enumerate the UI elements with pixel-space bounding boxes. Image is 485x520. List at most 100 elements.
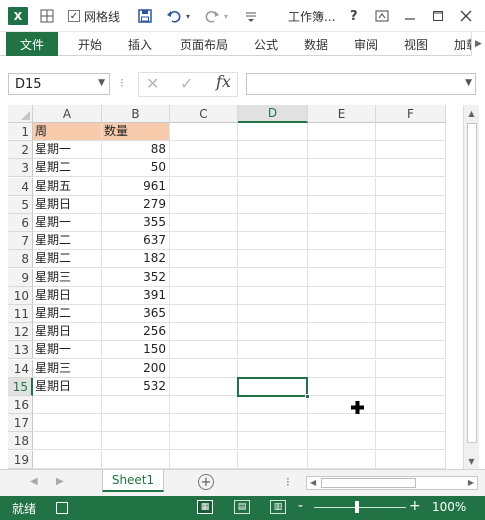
cell-c12[interactable] [170,323,238,341]
cell-a4[interactable]: 星期五 [33,178,102,196]
cell-b5[interactable]: 279 [102,196,170,214]
enter-icon[interactable]: ✓ [180,74,193,93]
normal-view-icon[interactable]: ▦ [197,500,213,514]
active-cell-outline[interactable] [237,377,310,399]
cell-a6[interactable]: 星期一 [33,214,102,232]
cell-f14[interactable] [376,360,446,378]
ribbon-display-options-icon[interactable] [375,0,389,32]
cell-d6[interactable] [238,214,308,232]
ribbon-scroll-right-icon[interactable]: ▶ [471,32,485,56]
cell-a10[interactable]: 星期日 [33,287,102,305]
cell-f7[interactable] [376,232,446,250]
cell-b6[interactable]: 355 [102,214,170,232]
cell-f17[interactable] [376,414,446,432]
cell-a2[interactable]: 星期一 [33,141,102,159]
cell-f4[interactable] [376,178,446,196]
cell-d9[interactable] [238,269,308,287]
row-header-8[interactable]: 8 [8,250,33,268]
cell-a8[interactable]: 星期二 [33,250,102,268]
scroll-up-icon[interactable]: ▲ [464,105,479,121]
row-header-7[interactable]: 7 [8,232,33,250]
tab-data[interactable]: 数据 [304,32,328,56]
cell-d14[interactable] [238,360,308,378]
row-header-4[interactable]: 4 [8,178,33,196]
cell-b16[interactable] [102,396,170,414]
redo-dropdown-icon[interactable]: ▾ [224,0,228,32]
close-icon[interactable] [460,0,472,32]
cell-f5[interactable] [376,196,446,214]
sheet-tab-sheet1[interactable]: Sheet1 [102,470,164,492]
cell-a3[interactable]: 星期二 [33,159,102,177]
row-header-16[interactable]: 16 [8,396,33,414]
name-box[interactable]: D15 ▼ [8,73,110,95]
formula-bar-grip-icon[interactable]: ⁝ [120,76,124,90]
formula-input[interactable]: ▼ [246,73,476,95]
cell-d13[interactable] [238,341,308,359]
cell-e17[interactable] [308,414,376,432]
cell-b17[interactable] [102,414,170,432]
cell-c2[interactable] [170,141,238,159]
zoom-in-icon[interactable]: + [409,498,421,514]
cell-d18[interactable] [238,432,308,450]
select-all-corner[interactable] [8,105,33,123]
row-header-19[interactable]: 19 [8,451,33,469]
tab-split-handle-icon[interactable]: ⁝ [286,475,290,489]
cell-c11[interactable] [170,305,238,323]
cell-b18[interactable] [102,432,170,450]
scroll-down-icon[interactable]: ▼ [464,453,479,469]
zoom-slider-track[interactable] [314,507,406,508]
scroll-right-icon[interactable]: ▶ [468,478,474,487]
cell-a11[interactable]: 星期二 [33,305,102,323]
horizontal-scroll-thumb[interactable] [321,478,416,488]
cell-b1[interactable]: 数量 [102,123,170,141]
row-header-2[interactable]: 2 [8,141,33,159]
zoom-slider-thumb[interactable] [355,501,359,513]
tab-insert[interactable]: 插入 [128,32,152,56]
redo-icon[interactable] [204,0,220,32]
cell-f12[interactable] [376,323,446,341]
cell-a5[interactable]: 星期日 [33,196,102,214]
cell-c10[interactable] [170,287,238,305]
cell-f3[interactable] [376,159,446,177]
row-header-6[interactable]: 6 [8,214,33,232]
tab-file[interactable]: 文件 [6,32,58,56]
customize-quick-access-icon[interactable] [244,0,258,32]
cell-c17[interactable] [170,414,238,432]
cell-f1[interactable] [376,123,446,141]
cell-f18[interactable] [376,432,446,450]
zoom-level[interactable]: 100% [432,500,466,514]
cell-e7[interactable] [308,232,376,250]
row-header-3[interactable]: 3 [8,159,33,177]
cell-a14[interactable]: 星期三 [33,360,102,378]
cell-e8[interactable] [308,250,376,268]
cell-d4[interactable] [238,178,308,196]
cell-e13[interactable] [308,341,376,359]
cell-a13[interactable]: 星期一 [33,341,102,359]
cell-a15[interactable]: 星期日 [33,378,102,396]
cell-d17[interactable] [238,414,308,432]
help-icon[interactable]: ? [350,0,358,32]
column-header-d[interactable]: D [238,105,308,123]
cell-a1[interactable]: 周 [33,123,102,141]
cell-c9[interactable] [170,269,238,287]
tab-home[interactable]: 开始 [78,32,102,56]
cell-d16[interactable] [238,396,308,414]
row-header-12[interactable]: 12 [8,323,33,341]
row-header-5[interactable]: 5 [8,196,33,214]
cell-d7[interactable] [238,232,308,250]
column-header-b[interactable]: B [102,105,170,123]
cell-b9[interactable]: 352 [102,269,170,287]
horizontal-scrollbar[interactable]: ◀ ▶ [306,476,478,490]
cell-c6[interactable] [170,214,238,232]
row-header-18[interactable]: 18 [8,432,33,450]
cell-d12[interactable] [238,323,308,341]
cell-f16[interactable] [376,396,446,414]
column-header-c[interactable]: C [170,105,238,123]
row-header-15[interactable]: 15 [8,378,33,396]
cell-c16[interactable] [170,396,238,414]
cell-e4[interactable] [308,178,376,196]
expand-formula-bar-icon[interactable]: ▼ [465,78,472,88]
cell-f15[interactable] [376,378,446,396]
tab-page-layout[interactable]: 页面布局 [180,32,228,56]
cell-c19[interactable] [170,451,238,469]
